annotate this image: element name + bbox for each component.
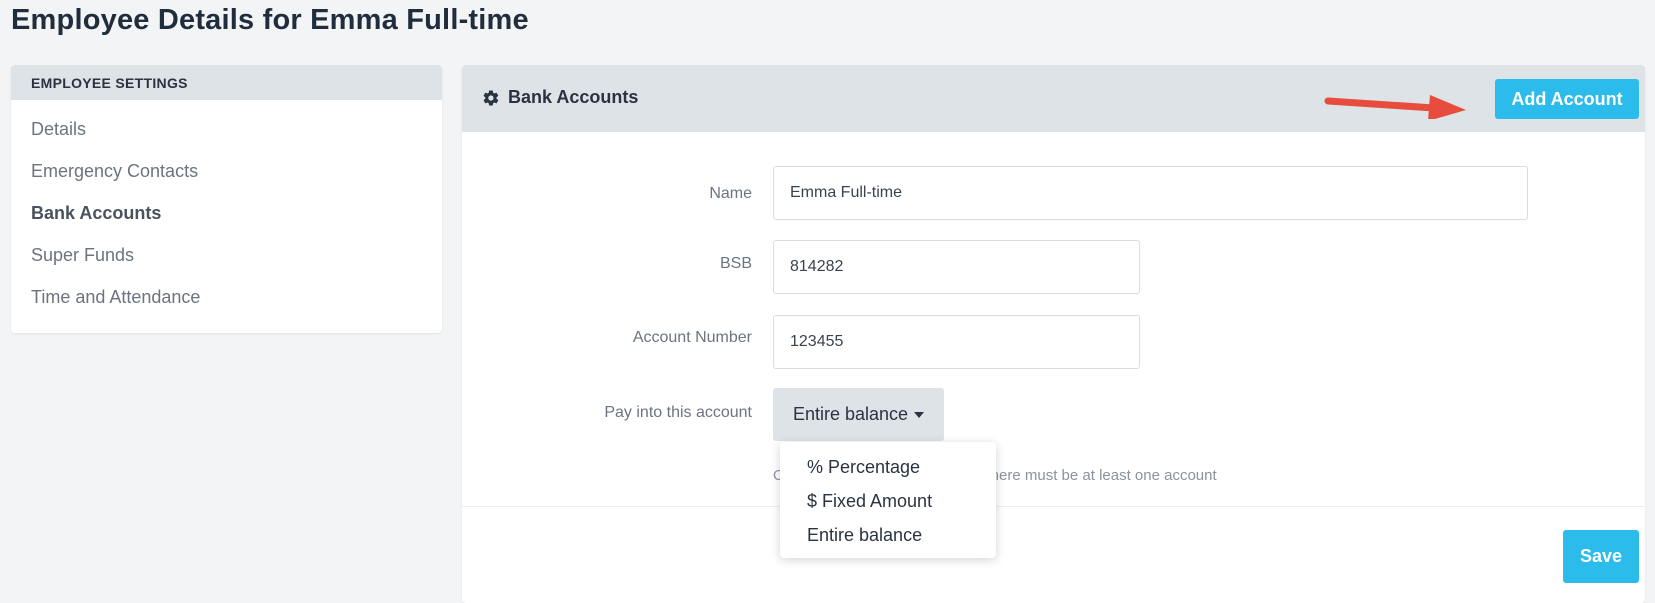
sidebar-item-time-and-attendance[interactable]: Time and Attendance xyxy=(11,276,442,318)
dropdown-option-fixed-amount[interactable]: $ Fixed Amount xyxy=(780,484,996,518)
account-number-label: Account Number xyxy=(632,329,752,346)
employee-settings-sidebar: EMPLOYEE SETTINGS Details Emergency Cont… xyxy=(11,65,442,333)
help-text-end: here must be at least one account xyxy=(990,467,1217,484)
caret-down-icon xyxy=(914,411,925,418)
name-input[interactable] xyxy=(773,166,1528,220)
pay-into-label: Pay into this account xyxy=(604,404,752,421)
dropdown-option-entire-balance[interactable]: Entire balance xyxy=(780,518,996,552)
pay-into-dropdown-menu: % Percentage $ Fixed Amount Entire balan… xyxy=(780,442,996,558)
account-number-input[interactable] xyxy=(773,315,1140,369)
sidebar-item-bank-accounts[interactable]: Bank Accounts xyxy=(11,192,442,234)
bsb-label: BSB xyxy=(719,255,752,272)
page-title: Employee Details for Emma Full-time xyxy=(11,4,529,36)
pay-into-select[interactable]: Entire balance xyxy=(773,388,944,441)
sidebar-item-emergency-contacts[interactable]: Emergency Contacts xyxy=(11,150,442,192)
name-label: Name xyxy=(709,185,752,202)
bsb-input[interactable] xyxy=(773,240,1140,294)
sidebar-header: EMPLOYEE SETTINGS xyxy=(11,65,442,100)
gear-icon xyxy=(483,89,499,106)
pay-into-selected-value: Entire balance xyxy=(792,404,909,424)
add-account-button[interactable]: Add Account xyxy=(1495,79,1639,119)
save-button[interactable]: Save xyxy=(1563,530,1639,583)
bank-accounts-panel: Bank Accounts Add Account Name BSB Accou… xyxy=(462,65,1645,603)
panel-title: Bank Accounts xyxy=(482,87,638,108)
panel-title-text: Bank Accounts xyxy=(508,87,639,107)
sidebar-item-super-funds[interactable]: Super Funds xyxy=(11,234,442,276)
sidebar-item-details[interactable]: Details xyxy=(11,108,442,150)
panel-header: Bank Accounts Add Account xyxy=(462,65,1645,132)
form-divider xyxy=(462,506,1645,507)
annotation-arrow xyxy=(1324,95,1466,119)
sidebar-nav-list: Details Emergency Contacts Bank Accounts… xyxy=(11,100,442,318)
dropdown-option-percentage[interactable]: % Percentage xyxy=(780,450,996,484)
